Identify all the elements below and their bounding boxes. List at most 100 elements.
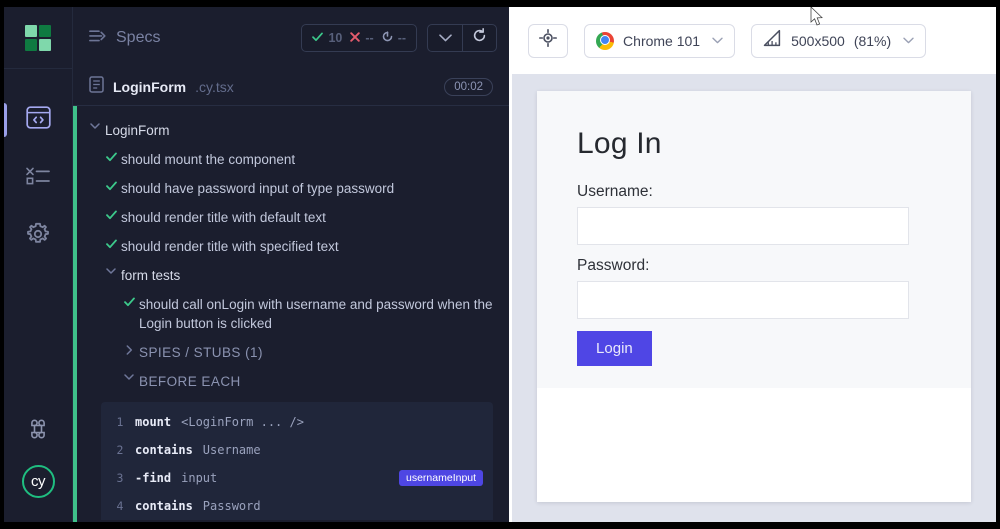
password-label: Password: <box>577 257 971 275</box>
suite-row-loginform[interactable]: LoginForm <box>73 116 509 145</box>
stat-pending: -- <box>382 31 406 45</box>
test-title: should have password input of type passw… <box>121 179 394 198</box>
cypress-account-badge[interactable]: cy <box>4 454 72 508</box>
command-number: 2 <box>105 443 135 457</box>
specs-icon <box>26 106 51 134</box>
alias-badge[interactable]: usernameInput <box>399 470 483 486</box>
command-log: 1 mount <LoginForm ... /> 2 contains Use… <box>101 402 493 520</box>
command-row[interactable]: 1 mount <LoginForm ... /> <box>101 408 493 436</box>
preview-toolbar: Chrome 101 500x500 (81%) <box>512 7 996 74</box>
spec-file-name: LoginForm <box>113 79 186 95</box>
command-row[interactable]: 4 contains Password <box>101 492 493 520</box>
username-label: Username: <box>577 183 971 201</box>
test-title: should call onLogin with username and pa… <box>139 295 493 333</box>
cy-badge-label: cy <box>22 465 55 498</box>
sidebar-item-specs[interactable] <box>4 91 72 149</box>
viewport-selector[interactable]: 500x500 (81%) <box>751 24 926 58</box>
command-arg: Username <box>203 443 261 457</box>
icon-rail: cy <box>4 7 73 522</box>
command-key-icon <box>27 418 49 445</box>
test-title: should render title with specified text <box>121 237 339 256</box>
specs-label: Specs <box>116 29 160 47</box>
app-preview-pane: Chrome 101 500x500 (81%) <box>512 7 996 522</box>
sidebar-item-runs[interactable] <box>4 149 72 207</box>
chevron-right-icon <box>119 343 139 355</box>
command-row[interactable]: 3 -find input usernameInput <box>101 464 493 492</box>
test-tree: LoginForm should mount the component sho… <box>73 106 509 522</box>
test-row[interactable]: should mount the component <box>73 145 509 174</box>
before-each-row[interactable]: BEFORE EACH <box>73 367 509 396</box>
specs-list-icon <box>89 29 106 48</box>
test-title: should render title with default text <box>121 208 326 227</box>
restart-button[interactable] <box>462 25 496 51</box>
runner-controls <box>427 24 497 52</box>
viewport-scale: (81%) <box>854 33 891 49</box>
gear-icon <box>26 222 50 251</box>
test-stats: 10 -- <box>301 24 417 52</box>
app-under-test: Log In Username: Password: Login <box>537 91 971 502</box>
check-icon <box>101 179 121 191</box>
close-icon <box>350 31 360 45</box>
browser-selector[interactable]: Chrome 101 <box>584 24 735 58</box>
chevron-down-icon <box>119 372 139 381</box>
spies-stubs-row[interactable]: SPIES / STUBS (1) <box>73 338 509 367</box>
test-row[interactable]: should have password input of type passw… <box>73 174 509 203</box>
login-button[interactable]: Login <box>577 331 652 366</box>
rail-items <box>4 69 72 265</box>
ruler-icon <box>763 29 782 52</box>
suite-title: form tests <box>121 266 180 285</box>
collapse-button[interactable] <box>428 25 462 51</box>
command-name: contains <box>135 443 193 457</box>
runner-main: Specs 10 -- <box>73 7 509 522</box>
check-icon <box>101 208 121 220</box>
refresh-icon <box>472 28 487 48</box>
keyboard-shortcuts-button[interactable] <box>4 408 72 454</box>
command-arg: Password <box>203 499 261 513</box>
check-icon <box>101 237 121 249</box>
command-number: 3 <box>105 471 135 485</box>
page-title: Log In <box>577 127 971 161</box>
password-field[interactable] <box>577 281 909 319</box>
chevron-down-icon <box>101 266 121 275</box>
before-each-label: BEFORE EACH <box>139 372 241 391</box>
cypress-logo-icon <box>25 25 51 51</box>
mouse-cursor <box>810 7 824 27</box>
command-name: contains <box>135 499 193 513</box>
test-title: should mount the component <box>121 150 295 169</box>
test-row[interactable]: should render title with default text <box>73 203 509 232</box>
command-number: 4 <box>105 499 135 513</box>
test-row-active[interactable]: should call onLogin with username and pa… <box>73 290 509 338</box>
login-form: Log In Username: Password: Login <box>537 91 971 388</box>
command-arg: <LoginForm ... /> <box>181 415 304 429</box>
command-row[interactable]: 2 contains Username <box>101 436 493 464</box>
stat-failed: -- <box>350 31 373 45</box>
file-icon <box>89 76 104 98</box>
chevron-down-icon <box>712 35 723 47</box>
check-icon <box>312 31 323 45</box>
spec-duration: 00:02 <box>444 78 493 96</box>
chevron-down-icon <box>903 35 914 47</box>
stat-failed-value: -- <box>365 31 373 45</box>
command-arg: input <box>181 471 217 485</box>
test-row[interactable]: should render title with specified text <box>73 232 509 261</box>
viewport-size: 500x500 <box>791 33 845 49</box>
pending-icon <box>382 31 393 45</box>
runs-icon <box>25 166 51 191</box>
selector-playground-button[interactable] <box>528 24 568 58</box>
sidebar-item-settings[interactable] <box>4 207 72 265</box>
runner-header: Specs 10 -- <box>73 7 509 69</box>
suite-row-form-tests[interactable]: form tests <box>73 261 509 290</box>
spies-stubs-label: SPIES / STUBS (1) <box>139 343 263 362</box>
command-name: mount <box>135 415 171 429</box>
stat-pending-value: -- <box>398 31 406 45</box>
chrome-icon <box>596 32 614 50</box>
suite-title: LoginForm <box>105 121 170 140</box>
crosshair-icon <box>539 29 557 52</box>
username-field[interactable] <box>577 207 909 245</box>
command-name: -find <box>135 471 171 485</box>
stat-passed: 10 <box>312 31 342 45</box>
specs-nav-button[interactable]: Specs <box>89 29 160 48</box>
test-runner-pane: cy Specs <box>4 7 509 522</box>
stat-passed-value: 10 <box>328 31 342 45</box>
check-icon <box>119 295 139 307</box>
